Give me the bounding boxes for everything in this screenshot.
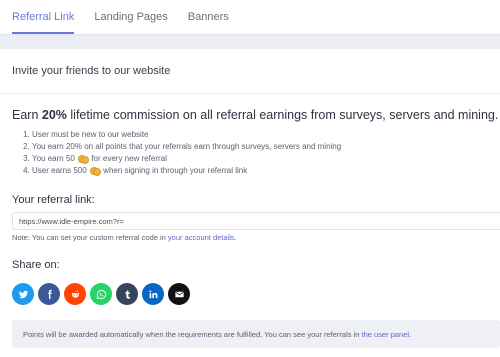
whatsapp-icon — [96, 289, 106, 299]
account-details-link[interactable]: your account details — [168, 233, 235, 242]
coins-icon — [89, 166, 101, 176]
tab-bar: Referral Link Landing Pages Banners — [0, 0, 500, 34]
linkedin-icon — [148, 289, 157, 298]
coins-icon — [78, 154, 90, 164]
email-icon — [174, 291, 184, 297]
rule-text: User must be new to our website — [32, 130, 149, 139]
commission-headline: Earn 20% lifetime commission on all refe… — [12, 108, 498, 122]
rule-text: for every new referral — [91, 154, 167, 163]
facebook-icon — [47, 289, 52, 299]
info-prefix: Points will be awarded automatically whe… — [23, 329, 362, 339]
rule-text: You earn 50 — [32, 154, 75, 163]
info-suffix: . — [409, 329, 412, 339]
share-buttons — [12, 283, 190, 305]
rule-item: User earns 500 when signing in through y… — [32, 165, 341, 177]
reddit-icon — [71, 289, 79, 298]
whatsapp-share-button[interactable] — [90, 283, 112, 305]
rule-text: User earns 500 — [32, 166, 87, 175]
rule-text: You earn 20% on all points that your ref… — [32, 142, 342, 151]
rule-item: You earn 20% on all points that your ref… — [32, 141, 341, 153]
commission-percent: 20% — [41, 108, 67, 122]
facebook-share-button[interactable] — [38, 283, 60, 305]
user-panel-link[interactable]: the user panel — [362, 330, 410, 339]
referral-card: Invite your friends to our website Earn … — [0, 49, 500, 357]
email-share-button[interactable] — [168, 283, 190, 305]
tab-referral-link[interactable]: Referral Link — [12, 11, 84, 34]
referral-note: Note: You can set your custom referral c… — [12, 233, 237, 242]
tab-landing-pages[interactable]: Landing Pages — [94, 11, 177, 34]
reddit-share-button[interactable] — [64, 283, 86, 305]
rule-item: You earn 50 for every new referral — [32, 153, 341, 165]
note-text: Note: You can set your custom referral c… — [12, 233, 168, 242]
referral-link-label: Your referral link: — [12, 194, 95, 206]
rules-list: User must be new to our website You earn… — [12, 129, 341, 177]
note-text: . — [234, 233, 237, 242]
commission-suffix: lifetime commission on all referral earn… — [66, 108, 499, 122]
tumblr-share-button[interactable] — [116, 283, 138, 305]
rule-text: when signing in through your referral li… — [103, 166, 248, 175]
tab-banners[interactable]: Banners — [188, 11, 239, 34]
points-info-box: Points will be awarded automatically whe… — [12, 320, 500, 348]
twitter-share-button[interactable] — [12, 283, 34, 305]
info-text: Points will be awarded automatically whe… — [23, 330, 411, 339]
linkedin-share-button[interactable] — [142, 283, 164, 305]
tumblr-icon — [124, 289, 130, 299]
referral-link-input[interactable] — [12, 212, 500, 230]
tab-divider-band — [0, 34, 500, 49]
rule-item: User must be new to our website — [32, 129, 341, 141]
share-label: Share on: — [12, 259, 60, 271]
commission-prefix: Earn — [12, 108, 42, 122]
twitter-icon — [18, 290, 28, 298]
card-title: Invite your friends to our website — [0, 49, 500, 94]
